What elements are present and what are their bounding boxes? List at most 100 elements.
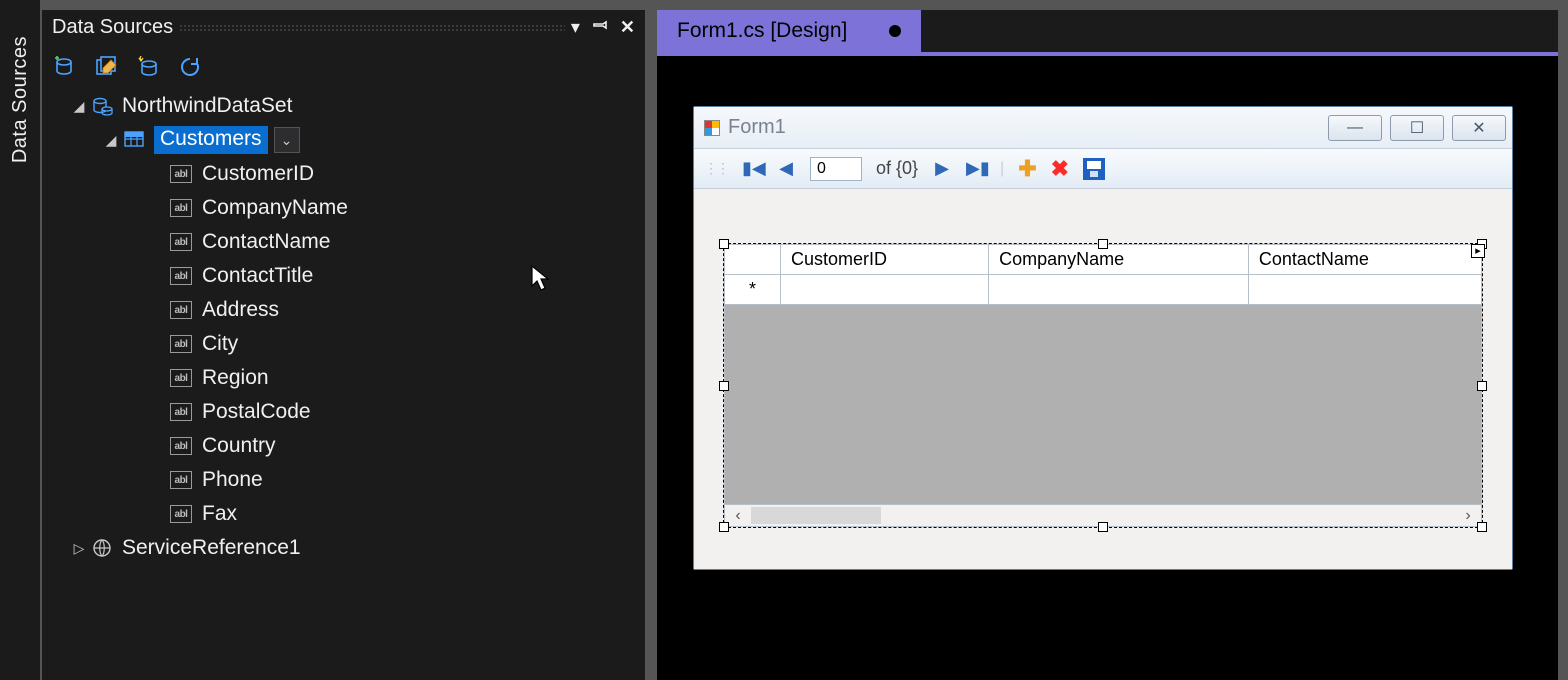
tree-label: PostalCode — [202, 400, 311, 424]
tree-label: Phone — [202, 468, 263, 492]
binding-navigator: ⋮⋮ ▮◀ ◀ of {0} ▶ ▶▮ | ✚ ✖ — [694, 149, 1512, 189]
close-button[interactable]: ✕ — [1452, 115, 1506, 141]
panel-close-icon[interactable]: ✕ — [620, 17, 635, 38]
toolbar-grip-icon[interactable]: ⋮⋮ — [704, 160, 728, 177]
winform-title: Form1 — [728, 116, 1328, 139]
tree-node-field[interactable]: ablCountry — [52, 429, 635, 463]
nav-last-icon[interactable]: ▶▮ — [966, 158, 986, 179]
datagridview[interactable]: CustomerID CompanyName ContactName * — [724, 244, 1482, 305]
data-sources-tree: ◢ NorthwindDataSet ◢ — [42, 87, 645, 575]
side-tab-data-sources[interactable]: Data Sources — [9, 30, 32, 169]
grid-cell[interactable] — [1248, 275, 1481, 305]
grid-new-row-marker: * — [725, 275, 781, 305]
text-field-icon: abl — [170, 505, 192, 523]
tree-node-field[interactable]: abl Address — [52, 293, 635, 327]
nav-total-label: of {0} — [876, 158, 918, 179]
text-field-icon: abl — [170, 165, 192, 183]
grid-column-header[interactable]: ContactName — [1248, 245, 1481, 275]
text-field-icon: abl — [170, 233, 192, 251]
text-field-icon: abl — [170, 471, 192, 489]
text-field-icon: abl — [170, 335, 192, 353]
configure-dataset-wizard-icon[interactable] — [134, 53, 162, 81]
expand-toggle-icon[interactable]: ▷ — [70, 540, 88, 557]
splitter[interactable] — [647, 0, 657, 680]
tree-node-customers[interactable]: ◢ Customers ⌄ — [52, 123, 635, 157]
nav-add-icon[interactable]: ✚ — [1018, 156, 1036, 182]
nav-delete-icon[interactable]: ✖ — [1051, 156, 1069, 182]
expand-toggle-icon[interactable]: ◢ — [70, 98, 88, 115]
panel-header: Data Sources ▾ ✕ — [42, 10, 645, 45]
nav-save-icon[interactable] — [1083, 158, 1105, 180]
text-field-icon: abl — [170, 301, 192, 319]
tree-label: ContactTitle — [202, 264, 313, 288]
datatable-icon — [122, 128, 146, 152]
tree-node-field[interactable]: abl Region — [52, 361, 635, 395]
add-data-source-icon[interactable] — [50, 53, 78, 81]
text-field-icon: abl — [170, 403, 192, 421]
tree-node-field[interactable]: ablCustomerID — [52, 157, 635, 191]
tree-node-serviceref[interactable]: ▷ ServiceReference1 — [52, 531, 635, 565]
grid-column-header[interactable]: CustomerID — [781, 245, 989, 275]
smart-tag-icon[interactable]: ▸ — [1471, 244, 1485, 258]
nav-prev-icon[interactable]: ◀ — [776, 158, 796, 179]
nav-first-icon[interactable]: ▮◀ — [742, 158, 762, 179]
grid-corner[interactable] — [725, 245, 781, 275]
panel-title: Data Sources — [52, 16, 173, 39]
data-sources-panel: Data Sources ▾ ✕ — [42, 10, 647, 680]
resize-handle[interactable] — [1477, 522, 1487, 532]
document-tab-row: Form1.cs [Design] — [657, 10, 1558, 52]
tree-label-selected: Customers — [154, 126, 268, 154]
tree-label: City — [202, 332, 238, 356]
grid-cell[interactable] — [989, 275, 1249, 305]
tree-label: Address — [202, 298, 279, 322]
tree-node-field[interactable]: abl City — [52, 327, 635, 361]
refresh-icon[interactable] — [176, 53, 204, 81]
edit-dataset-icon[interactable] — [92, 53, 120, 81]
tree-node-field[interactable]: abl CompanyName — [52, 191, 635, 225]
winform-form1[interactable]: Form1 — ☐ ✕ ⋮⋮ ▮◀ ◀ of {0} ▶ ▶▮ | — [693, 106, 1513, 570]
text-field-icon: abl — [170, 199, 192, 217]
tree-node-field[interactable]: abl Fax — [52, 497, 635, 531]
tree-label: Country — [202, 434, 276, 458]
tree-node-dataset[interactable]: ◢ NorthwindDataSet — [52, 89, 635, 123]
resize-handle[interactable] — [719, 522, 729, 532]
drop-type-chevron-icon[interactable]: ⌄ — [274, 127, 300, 153]
expand-toggle-icon[interactable]: ◢ — [102, 132, 120, 149]
tree-label: CompanyName — [202, 196, 348, 220]
panel-toolbar — [42, 45, 645, 87]
designer-canvas[interactable]: Form1 — ☐ ✕ ⋮⋮ ▮◀ ◀ of {0} ▶ ▶▮ | — [657, 56, 1558, 680]
grid-column-header[interactable]: CompanyName — [989, 245, 1249, 275]
resize-handle[interactable] — [719, 381, 729, 391]
unsaved-indicator-icon — [889, 25, 901, 37]
tree-label: Fax — [202, 502, 237, 526]
tab-label: Form1.cs [Design] — [677, 19, 847, 43]
selection-frame[interactable]: ▸ CustomerID CompanyName ContactName — [723, 243, 1483, 528]
minimize-button[interactable]: — — [1328, 115, 1382, 141]
nav-next-icon[interactable]: ▶ — [932, 158, 952, 179]
text-field-icon: abl — [170, 369, 192, 387]
resize-handle[interactable] — [1098, 239, 1108, 249]
grid-cell[interactable] — [781, 275, 989, 305]
resize-handle[interactable] — [719, 239, 729, 249]
scroll-track[interactable] — [881, 505, 1455, 526]
tree-node-field[interactable]: ablContactTitle — [52, 259, 635, 293]
winform-titlebar: Form1 — ☐ ✕ — [694, 107, 1512, 149]
panel-grip — [179, 24, 565, 32]
panel-pin-icon[interactable] — [592, 17, 608, 38]
tree-label: Region — [202, 366, 269, 390]
maximize-button[interactable]: ☐ — [1390, 115, 1444, 141]
tree-node-field[interactable]: abl Phone — [52, 463, 635, 497]
tree-node-field[interactable]: abl PostalCode — [52, 395, 635, 429]
dataset-icon — [90, 94, 114, 118]
scroll-thumb[interactable] — [751, 507, 881, 524]
tree-label: NorthwindDataSet — [122, 94, 292, 118]
nav-position-input[interactable] — [810, 157, 862, 181]
side-tab-strip: Data Sources — [0, 0, 42, 680]
tree-label: ContactName — [202, 230, 330, 254]
resize-handle[interactable] — [1477, 381, 1487, 391]
tree-node-field[interactable]: abl ContactName — [52, 225, 635, 259]
panel-dropdown-icon[interactable]: ▾ — [571, 17, 580, 38]
resize-handle[interactable] — [1098, 522, 1108, 532]
service-reference-icon — [90, 536, 114, 560]
tab-form1-design[interactable]: Form1.cs [Design] — [657, 10, 921, 52]
